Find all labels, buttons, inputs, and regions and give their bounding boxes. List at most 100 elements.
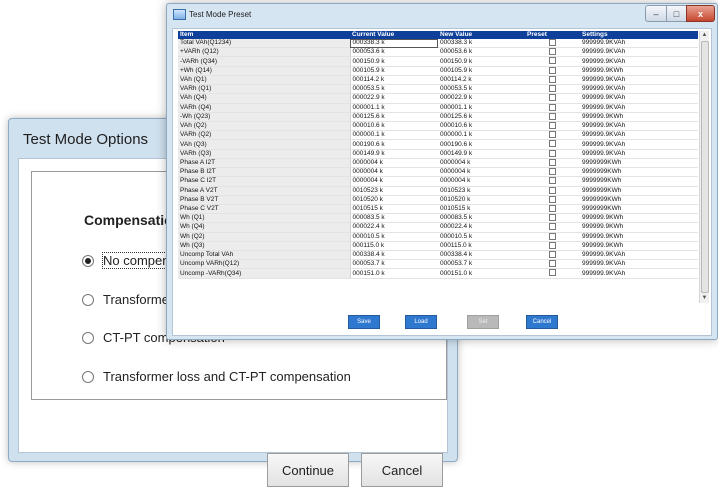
table-row[interactable]: Total VAh(Q1234) 000338.3 k 000338.3 k 9999… [178, 39, 698, 49]
continue-button[interactable]: Continue [267, 453, 349, 487]
cell-new-value[interactable]: 0010520 k [438, 195, 525, 205]
preset-checkbox[interactable] [549, 223, 556, 231]
cell-new-value[interactable]: 000010.6 k [438, 121, 525, 132]
column-header-settings[interactable]: Settings [580, 31, 698, 39]
table-vertical-scrollbar[interactable]: ▲ ▼ [699, 31, 709, 303]
cell-new-value[interactable]: 000053.7 k [438, 259, 525, 270]
preset-checkbox[interactable] [549, 177, 556, 185]
preset-checkbox[interactable] [549, 149, 556, 157]
table-row[interactable]: Uncomp Total VAh 000338.4 k 000338.4 k 9999… [178, 250, 698, 261]
radio-icon[interactable] [82, 370, 94, 383]
cell-new-value[interactable]: 000001.1 k [438, 103, 525, 113]
preset-checkbox[interactable] [549, 131, 556, 139]
table-row[interactable]: Phase A I2T 0000004 k 0000004 k 9999999KWh [178, 158, 698, 169]
table-row[interactable]: Wh (Q4) 000022.4 k 000022.4 k 999999.9KWh [178, 222, 698, 233]
cell-new-value[interactable]: 000338.4 k [438, 250, 525, 261]
column-header-current-value[interactable]: Current Value [350, 31, 438, 39]
radio-icon[interactable] [82, 293, 94, 306]
preset-checkbox[interactable] [549, 260, 556, 268]
preset-checkbox[interactable] [549, 94, 556, 102]
preset-checkbox[interactable] [549, 57, 556, 65]
preset-checkbox[interactable] [549, 112, 556, 120]
preset-checkbox[interactable] [549, 251, 556, 259]
set-button[interactable]: Set [467, 315, 499, 329]
table-row[interactable]: Uncomp -VARh(Q34) 000151.0 k 000151.0 k 999… [178, 268, 698, 279]
preset-checkbox[interactable] [549, 168, 556, 176]
radio-icon[interactable] [82, 331, 94, 344]
table-row[interactable]: Phase B V2T 0010520 k 0010520 k 9999999KWh [178, 195, 698, 205]
table-row[interactable]: VARh (Q2) 000000.1 k 000000.1 k 999999.9KVA… [178, 130, 698, 141]
cell-new-value[interactable]: 000190.6 k [438, 139, 525, 150]
table-row[interactable]: VARh (Q1) 000053.5 k 000053.5 k 999999.9KVA… [178, 84, 698, 95]
table-row[interactable]: Phase C I2T 0000004 k 0000004 k 9999999KWh [178, 176, 698, 187]
maximize-button[interactable]: □ [666, 5, 687, 22]
table-row[interactable]: -Wh (Q23) 000125.6 k 000125.6 k 999999.9KWh [178, 112, 698, 122]
table-row[interactable]: Wh (Q3) 000115.0 k 000115.0 k 999999.9KWh [178, 241, 698, 252]
load-button[interactable]: Load [405, 315, 437, 329]
cell-new-value[interactable]: 000149.9 k [438, 149, 525, 159]
cell-new-value[interactable]: 000022.4 k [438, 222, 525, 233]
cell-new-value[interactable]: 0010515 k [438, 204, 525, 215]
preset-checkbox[interactable] [549, 186, 556, 194]
save-button[interactable]: Save [348, 315, 380, 329]
preset-checkbox[interactable] [549, 121, 556, 129]
preset-cancel-button[interactable]: Cancel [526, 315, 558, 329]
preset-checkbox[interactable] [549, 48, 556, 56]
cell-new-value[interactable]: 000125.6 k [438, 112, 525, 122]
table-row[interactable]: VAh (Q1) 000114.2 k 000114.2 k 999999.9KVAh [178, 75, 698, 86]
scroll-thumb[interactable] [701, 41, 709, 293]
cell-new-value[interactable]: 000114.2 k [438, 75, 525, 86]
table-row[interactable]: VAh (Q3) 000190.6 k 000190.6 k 999999.9KVAh [178, 139, 698, 150]
preset-checkbox[interactable] [549, 195, 556, 203]
table-row[interactable]: Phase C V2T 0010515 k 0010515 k 9999999KWh [178, 204, 698, 215]
scroll-up-arrow-icon[interactable]: ▲ [700, 31, 709, 40]
preset-checkbox[interactable] [549, 269, 556, 277]
table-row[interactable]: Uncomp VARh(Q12) 000053.7 k 000053.7 k 9999… [178, 259, 698, 270]
table-row[interactable]: Wh (Q2) 000010.5 k 000010.5 k 999999.9KWh [178, 232, 698, 242]
cancel-button[interactable]: Cancel [361, 453, 443, 487]
radio-transformer-loss-and-ct-pt-compensation[interactable]: Transformer loss and CT-PT compensation [82, 369, 351, 384]
table-row[interactable]: VAh (Q4) 000022.9 k 000022.9 k 999999.9KVAh [178, 93, 698, 104]
table-row[interactable]: VAh (Q2) 000010.6 k 000010.6 k 999999.9KVAh [178, 121, 698, 132]
cell-new-value[interactable]: 000022.9 k [438, 93, 525, 104]
table-row[interactable]: VARh (Q4) 000001.1 k 000001.1 k 999999.9KVA… [178, 103, 698, 113]
preset-checkbox[interactable] [549, 85, 556, 93]
table-row[interactable]: +VARh (Q12) 000053.6 k 000053.6 k 999999.9K… [178, 47, 698, 58]
cell-new-value[interactable]: 0010523 k [438, 186, 525, 196]
table-row[interactable]: -VARh (Q34) 000150.9 k 000150.9 k 999999.9K… [178, 56, 698, 67]
preset-checkbox[interactable] [549, 204, 556, 212]
column-header-preset[interactable]: Preset [525, 31, 580, 39]
cell-new-value[interactable]: 000150.9 k [438, 56, 525, 67]
preset-checkbox[interactable] [549, 214, 556, 222]
preset-checkbox[interactable] [549, 140, 556, 148]
cell-new-value[interactable]: 000010.5 k [438, 232, 525, 242]
preset-checkbox[interactable] [549, 241, 556, 249]
cell-new-value[interactable]: 000338.3 k [438, 39, 525, 49]
cell-new-value[interactable]: 0000004 k [438, 176, 525, 187]
cell-new-value[interactable]: 000151.0 k [438, 268, 525, 279]
table-row[interactable]: Wh (Q1) 000083.5 k 000083.5 k 999999.9KWh [178, 213, 698, 224]
table-row[interactable]: +Wh (Q14) 000105.9 k 000105.9 k 999999.9KWh [178, 66, 698, 76]
cell-new-value[interactable]: 000053.5 k [438, 84, 525, 95]
cell-new-value[interactable]: 000115.0 k [438, 241, 525, 252]
table-row[interactable]: Phase A V2T 0010523 k 0010523 k 9999999KWh [178, 186, 698, 196]
table-row[interactable]: VARh (Q3) 000149.9 k 000149.9 k 999999.9KVA… [178, 149, 698, 159]
preset-checkbox[interactable] [549, 158, 556, 166]
cell-new-value[interactable]: 000105.9 k [438, 66, 525, 76]
column-header-new-value[interactable]: New Value [438, 31, 525, 39]
preset-checkbox[interactable] [549, 75, 556, 83]
preset-checkbox[interactable] [549, 103, 556, 111]
preset-checkbox[interactable] [549, 39, 556, 46]
preset-titlebar[interactable]: Test Mode Preset – □ x [167, 4, 717, 26]
table-row[interactable]: Phase B I2T 0000004 k 0000004 k 9999999KWh [178, 167, 698, 178]
close-button[interactable]: x [686, 5, 715, 22]
column-header-item[interactable]: Item [178, 31, 350, 39]
cell-new-value[interactable]: 000053.6 k [438, 47, 525, 58]
minimize-button[interactable]: – [645, 5, 667, 22]
radio-selected-icon[interactable] [82, 254, 94, 267]
preset-checkbox[interactable] [549, 232, 556, 240]
cell-new-value[interactable]: 000083.5 k [438, 213, 525, 224]
cell-new-value[interactable]: 0000004 k [438, 158, 525, 169]
preset-checkbox[interactable] [549, 66, 556, 74]
cell-new-value[interactable]: 0000004 k [438, 167, 525, 178]
